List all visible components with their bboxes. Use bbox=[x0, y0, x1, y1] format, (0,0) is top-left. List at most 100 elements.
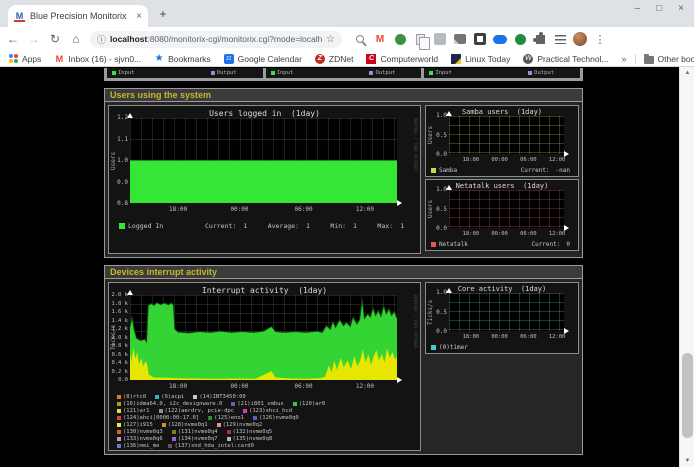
linux-today-icon bbox=[451, 54, 461, 64]
tab-list-icon[interactable] bbox=[553, 32, 567, 46]
bookmark-inbox[interactable]: M Inbox (16) - sjvn0... bbox=[54, 54, 141, 64]
bookmark-star-icon[interactable]: ☆ bbox=[326, 34, 335, 45]
computerworld-icon: C bbox=[366, 54, 376, 64]
bookmark-zdnet[interactable]: Z ZDNet bbox=[315, 54, 354, 64]
minimize-button[interactable]: – bbox=[635, 3, 641, 14]
legend-swatch bbox=[431, 242, 436, 247]
browser-toolbar: ← → ↻ ⌂ ⓘ localhost:8080/monitorix-cgi/m… bbox=[0, 27, 694, 51]
leaf-extension-icon[interactable] bbox=[393, 32, 407, 46]
copy-pages-extension-icon[interactable] bbox=[413, 32, 427, 46]
interrupt-legend: (8)rtc0(9)acpi(14)INT3450:00(16)idma64.0… bbox=[117, 393, 416, 449]
interrupt-activity-graph[interactable]: Interrupt activity (1day) Ticks/s 2.0 k1… bbox=[108, 282, 421, 451]
bookmark-practical-technology[interactable]: W Practical Technol... bbox=[523, 54, 608, 64]
graph-title: Interrupt activity (1day) bbox=[109, 286, 420, 295]
input-swatch bbox=[112, 71, 116, 75]
x-axis-ticks: 18:0000:0006:0012:00 bbox=[130, 206, 397, 214]
samba-users-graph[interactable]: Samba users (1day) Users 1.00.50.0 18:00… bbox=[425, 105, 579, 177]
close-button[interactable]: × bbox=[678, 3, 684, 14]
section-interrupts: Devices interrupt activity Interrupt act… bbox=[104, 265, 583, 455]
netatalk-users-graph[interactable]: Netatalk users (1day) Users 1.00.50.0 18… bbox=[425, 179, 579, 251]
extensions-puzzle-icon[interactable] bbox=[533, 32, 547, 46]
magnifier-icon bbox=[356, 35, 364, 43]
tab-close-icon[interactable]: × bbox=[136, 11, 142, 22]
star-icon: ★ bbox=[154, 54, 164, 64]
y-axis-ticks: 2.0 k1.8 k1.6 k1.4 k1.2 k1.0 k0.8 k0.6 k… bbox=[109, 292, 128, 383]
page-scrollbar[interactable]: ▲ ▼ bbox=[679, 67, 694, 467]
tab-title: Blue Precision Monitorix bbox=[30, 11, 131, 21]
other-bookmarks-button[interactable]: Other bookmarks bbox=[644, 54, 694, 64]
bookmarks-bar: Apps M Inbox (16) - sjvn0... ★ Bookmarks… bbox=[0, 51, 694, 67]
apps-shortcut[interactable]: Apps bbox=[8, 54, 41, 64]
legend-swatch bbox=[431, 168, 436, 173]
browser-menu-icon[interactable]: ⋮ bbox=[593, 32, 607, 46]
output-swatch bbox=[369, 71, 373, 75]
url-host: localhost bbox=[110, 34, 147, 44]
scrollbar-thumb[interactable] bbox=[682, 353, 693, 438]
core-plot-area bbox=[449, 293, 564, 331]
cutoff-graph-panel[interactable]: Input Output bbox=[424, 68, 580, 78]
cutoff-graph-panel[interactable]: Input Output bbox=[107, 68, 263, 78]
cutoff-graph-panel[interactable]: Input Output bbox=[266, 68, 422, 78]
monitorix-favicon: M bbox=[14, 11, 25, 22]
wordpress-icon: W bbox=[523, 54, 533, 64]
calendar-icon: 31 bbox=[224, 54, 234, 64]
url-path: :8080/monitorix-cgi/monitorix.cgi?mode=l… bbox=[147, 34, 322, 44]
cutoff-graph-row: Input Output Input Output Input Output bbox=[104, 68, 583, 81]
url-text: localhost:8080/monitorix-cgi/monitorix.c… bbox=[110, 34, 322, 44]
input-swatch bbox=[429, 71, 433, 75]
bookmark-bookmarks[interactable]: ★ Bookmarks bbox=[154, 54, 211, 64]
zdnet-icon: Z bbox=[315, 54, 325, 64]
blue-pill-extension-icon[interactable] bbox=[493, 32, 507, 46]
profile-avatar[interactable] bbox=[573, 32, 587, 46]
maximize-button[interactable]: □ bbox=[656, 3, 662, 14]
search-extension-icon[interactable] bbox=[353, 32, 367, 46]
legend-swatch bbox=[119, 223, 125, 229]
input-swatch bbox=[271, 71, 275, 75]
x-axis-ticks: 18:0000:0006:0012:00 bbox=[449, 157, 564, 164]
legend-swatch bbox=[431, 345, 436, 350]
graph-legend: Samba Current:-nan bbox=[431, 167, 570, 174]
scroll-up-arrow[interactable]: ▲ bbox=[680, 67, 694, 79]
netatalk-plot-area bbox=[449, 190, 564, 228]
screenshot-extension-icon[interactable] bbox=[473, 32, 487, 46]
back-button[interactable]: ← bbox=[6, 32, 20, 46]
forward-button[interactable]: → bbox=[27, 32, 41, 46]
y-axis-ticks: 1.00.50.0 bbox=[430, 289, 447, 335]
bookmark-linux-today[interactable]: Linux Today bbox=[451, 54, 510, 64]
gray-box-extension-icon[interactable] bbox=[433, 32, 447, 46]
new-tab-button[interactable]: + bbox=[156, 7, 170, 21]
gmail-icon: M bbox=[54, 54, 64, 64]
apps-grid-icon bbox=[8, 54, 18, 64]
samba-plot-area bbox=[449, 116, 564, 154]
cast-extension-icon[interactable] bbox=[453, 32, 467, 46]
address-bar[interactable]: ⓘ localhost:8080/monitorix-cgi/monitorix… bbox=[90, 31, 342, 48]
core-activity-graph[interactable]: Core activity (1day) Ticks/s 1.00.50.0 1… bbox=[425, 282, 579, 354]
output-swatch bbox=[211, 71, 215, 75]
reload-button[interactable]: ↻ bbox=[48, 32, 62, 46]
users-logged-in-graph[interactable]: Users logged in (1day) Users 1.21.11.00.… bbox=[108, 105, 421, 254]
y-axis-ticks: 1.21.11.00.90.8 bbox=[109, 114, 128, 207]
y-axis-ticks: 1.00.50.0 bbox=[430, 186, 447, 232]
users-plot-area bbox=[130, 118, 397, 203]
bookmarks-overflow-chevron[interactable]: » bbox=[622, 54, 627, 64]
x-axis-ticks: 18:0000:0006:0012:00 bbox=[130, 383, 397, 391]
x-axis-ticks: 18:0000:0006:0012:00 bbox=[449, 231, 564, 238]
section-users: Users using the system Users logged in (… bbox=[104, 88, 583, 258]
graph-legend: Netatalk Current:0 bbox=[431, 241, 570, 248]
graph-legend: Logged In Current:1 Average:1 Min:1 Max:… bbox=[119, 222, 406, 230]
graph-legend: (0)timer bbox=[431, 344, 570, 351]
home-button[interactable]: ⌂ bbox=[69, 32, 83, 46]
browser-window: M Blue Precision Monitorix × + – □ × ← →… bbox=[0, 0, 694, 467]
gmail-extension-icon[interactable]: M bbox=[373, 32, 387, 46]
folder-icon bbox=[644, 56, 654, 64]
graph-title: Users logged in (1day) bbox=[109, 109, 420, 118]
page-viewport: Input Output Input Output Input Output U… bbox=[0, 67, 694, 467]
bookmark-computerworld[interactable]: C Computerworld bbox=[366, 54, 438, 64]
rrdtool-watermark: RRDTOOL / TOBI OETIKER bbox=[413, 118, 418, 203]
bookmark-google-calendar[interactable]: 31 Google Calendar bbox=[224, 54, 302, 64]
x-axis-ticks: 18:0000:0006:0012:00 bbox=[449, 334, 564, 341]
scroll-down-arrow[interactable]: ▼ bbox=[680, 455, 694, 467]
browser-tab[interactable]: M Blue Precision Monitorix × bbox=[8, 5, 148, 27]
green-circle-extension-icon[interactable] bbox=[513, 32, 527, 46]
site-info-icon[interactable]: ⓘ bbox=[97, 33, 106, 46]
